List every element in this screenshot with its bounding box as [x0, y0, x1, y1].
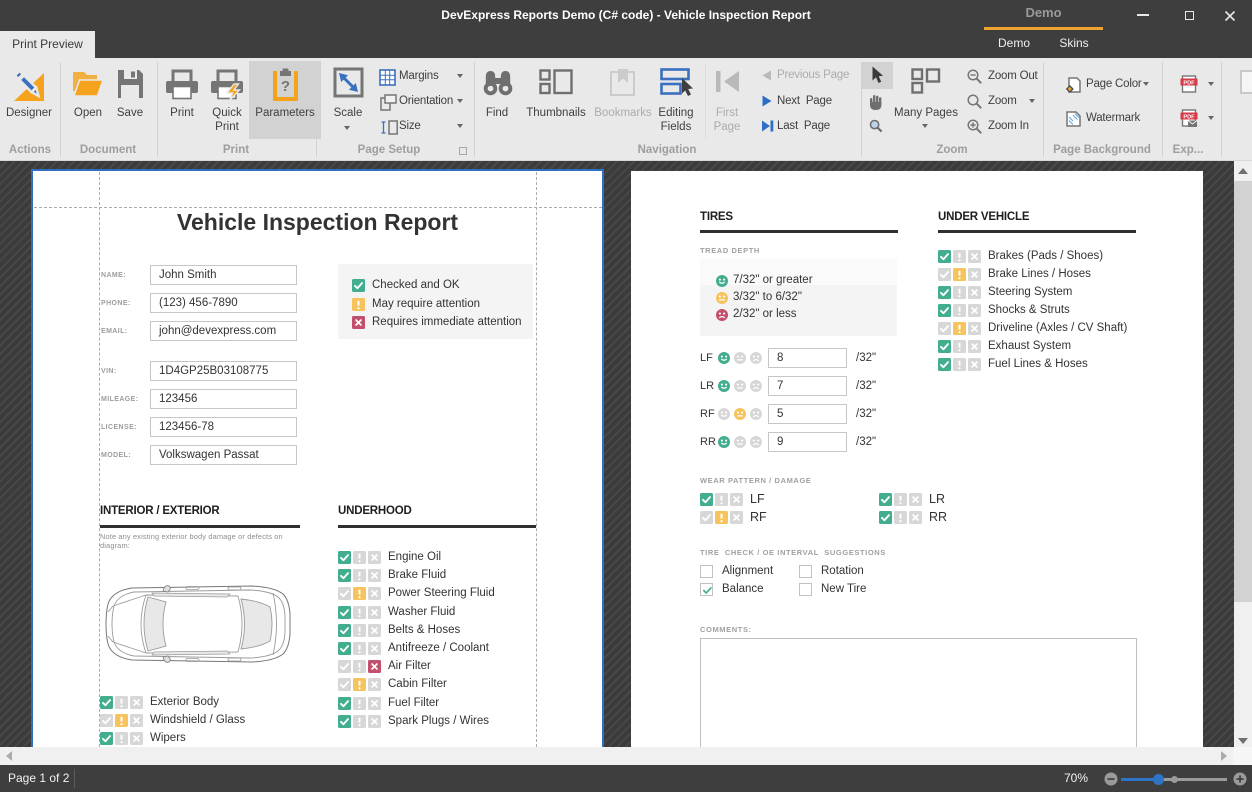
svg-text:PDF: PDF: [1183, 80, 1195, 86]
svg-text:?: ?: [281, 78, 290, 95]
svg-text:PDF: PDF: [1183, 114, 1195, 120]
